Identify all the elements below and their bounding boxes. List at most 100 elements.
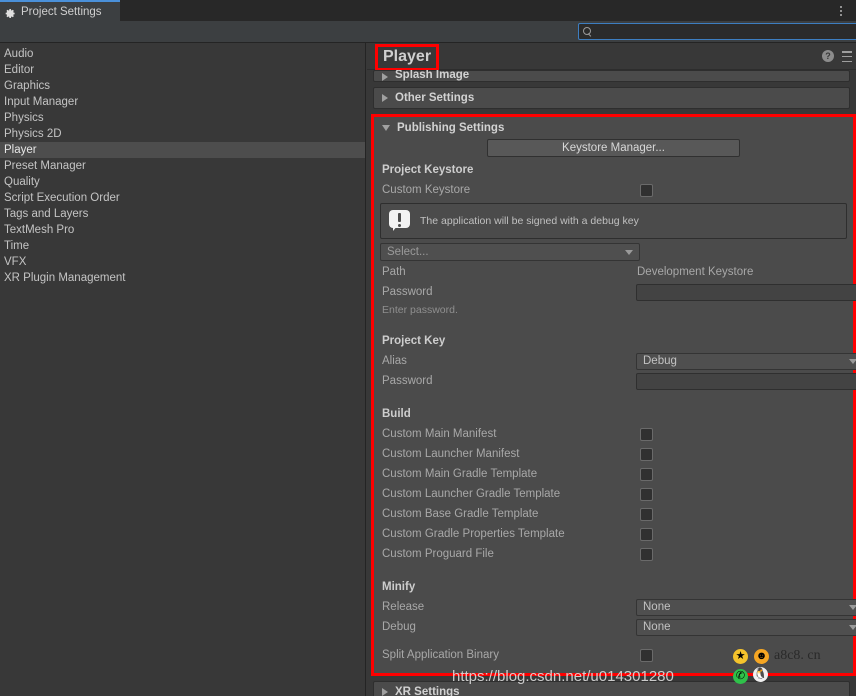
project-keystore-header: Project Keystore [382,164,474,176]
minify-release-dropdown[interactable]: None [636,598,856,616]
alias-row: Alias Debug [374,351,856,371]
custom-main-gradle-template-label: Custom Main Gradle Template [382,468,538,480]
build-option-row: Custom Main Manifest [374,424,853,444]
custom-proguard-file-label: Custom Proguard File [382,548,494,560]
sidebar-item-graphics[interactable]: Graphics [0,78,365,94]
split-application-binary-checkbox[interactable] [640,648,653,662]
search-field[interactable] [578,23,856,40]
alias-dropdown[interactable]: Debug [636,352,856,370]
custom-keystore-row: Custom Keystore [374,180,853,200]
build-option-row: Custom Base Gradle Template [374,504,853,524]
custom-main-gradle-template-checkbox[interactable] [640,467,653,481]
sidebar-item-vfx[interactable]: VFX [0,254,365,270]
split-application-binary-row: Split Application Binary [374,645,853,665]
custom-gradle-properties-template-checkbox[interactable] [640,527,653,541]
keystore-password-label: Password [382,286,433,298]
search-input[interactable] [596,25,856,38]
player-settings-panel: Player ? Splash Image Other Settings Pub… [367,43,856,696]
keystore-password-input[interactable] [636,283,856,301]
info-message: The application will be signed with a de… [420,215,639,227]
minify-debug-dropdown[interactable]: None [636,618,856,636]
project-settings-window: Project Settings Audio Editor Graphics I… [0,0,856,696]
custom-keystore-label: Custom Keystore [382,184,471,196]
sidebar-item-xr-plugin-management[interactable]: XR Plugin Management [0,270,365,286]
path-value: Development Keystore [637,266,754,278]
foldout-splash-image[interactable]: Splash Image [373,70,850,82]
search-icon [583,27,592,36]
chevron-right-icon [382,94,388,102]
watermark-emoji-icon: ☻ [754,649,769,664]
key-password-input[interactable] [636,372,856,390]
keystore-manager-button[interactable]: Keystore Manager... [487,139,740,157]
build-option-row: Custom Launcher Manifest [374,444,853,464]
foldout-publishing-settings[interactable]: Publishing Settings [374,117,853,138]
custom-keystore-checkbox[interactable] [640,183,653,197]
build-option-row: Custom Gradle Properties Template [374,524,853,544]
minify-release-row: Release None [374,597,856,617]
watermark-penguin-icon: 🐧 [753,667,768,682]
sidebar-item-audio[interactable]: Audio [0,46,365,62]
watermark-emoji-icon: ★ [733,649,748,664]
tab-label: Project Settings [21,5,102,18]
minify-debug-value: None [643,621,671,633]
sidebar-item-quality[interactable]: Quality [0,174,365,190]
keystore-path-row: Path Development Keystore [374,262,853,282]
minify-debug-row: Debug None [374,617,856,637]
keystore-password-row: Password [374,282,856,302]
chevron-right-icon [382,73,388,81]
custom-proguard-file-checkbox[interactable] [640,547,653,561]
panel-header: Player ? [367,43,856,71]
minify-header: Minify [382,581,416,593]
sidebar-item-textmesh-pro[interactable]: TextMesh Pro [0,222,365,238]
window-tab-bar: Project Settings [0,0,856,21]
custom-launcher-manifest-checkbox[interactable] [640,447,653,461]
foldout-other-settings[interactable]: Other Settings [373,87,850,109]
build-option-row: Custom Launcher Gradle Template [374,484,853,504]
sidebar-item-input-manager[interactable]: Input Manager [0,94,365,110]
tab-project-settings[interactable]: Project Settings [0,0,120,21]
sidebar-item-preset-manager[interactable]: Preset Manager [0,158,365,174]
custom-launcher-gradle-template-label: Custom Launcher Gradle Template [382,488,561,500]
minify-release-value: None [643,601,671,613]
build-option-row: Custom Proguard File [374,544,853,564]
sidebar-item-player[interactable]: Player [0,142,365,158]
page-title: Player [375,44,440,71]
debug-key-info-box: The application will be signed with a de… [380,203,847,239]
settings-scroll-area[interactable]: Splash Image Other Settings Publishing S… [367,70,856,696]
foldout-label: Other Settings [395,92,475,104]
settings-category-list: Audio Editor Graphics Input Manager Phys… [0,43,366,696]
key-password-row: Password [374,371,856,391]
chevron-down-icon [849,605,856,610]
split-application-binary-label: Split Application Binary [382,649,499,661]
build-option-row: Custom Main Gradle Template [374,464,853,484]
search-bar [0,21,856,43]
custom-base-gradle-template-checkbox[interactable] [640,507,653,521]
chevron-down-icon [849,625,856,630]
custom-main-manifest-checkbox[interactable] [640,427,653,441]
sidebar-item-script-execution-order[interactable]: Script Execution Order [0,190,365,206]
alias-value: Debug [643,355,677,367]
warning-icon [389,210,411,232]
foldout-label: Publishing Settings [397,121,505,134]
help-circle-icon[interactable]: ? [822,50,834,62]
keystore-select-dropdown[interactable]: Select... [380,243,640,261]
sidebar-item-editor[interactable]: Editor [0,62,365,78]
sidebar-item-physics[interactable]: Physics [0,110,365,126]
foldout-label: Splash Image [395,70,470,81]
custom-launcher-manifest-label: Custom Launcher Manifest [382,448,520,460]
more-vertical-icon[interactable] [834,3,848,18]
custom-gradle-properties-template-label: Custom Gradle Properties Template [382,528,565,540]
chevron-right-icon [382,688,388,696]
foldout-xr-settings[interactable]: XR Settings [373,681,850,696]
custom-launcher-gradle-template-checkbox[interactable] [640,487,653,501]
sidebar-item-physics-2d[interactable]: Physics 2D [0,126,365,142]
minify-release-label: Release [382,601,425,613]
publishing-settings-body: Keystore Manager... Project Keystore Cus… [374,139,856,673]
sidebar-item-tags-and-layers[interactable]: Tags and Layers [0,206,365,222]
hamburger-menu-icon[interactable] [842,51,852,62]
key-password-label: Password [382,375,433,387]
watermark-emoji-icon: ✆ [733,669,748,684]
chevron-down-icon [382,124,390,131]
foldout-label: XR Settings [395,686,460,696]
sidebar-item-time[interactable]: Time [0,238,365,254]
